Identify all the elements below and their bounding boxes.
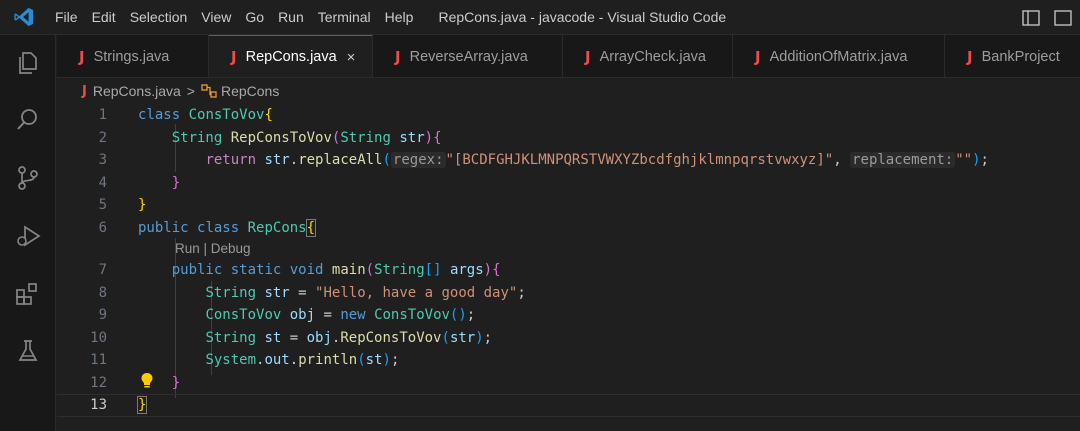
java-file-icon: J: [82, 83, 87, 99]
code-text: String str = "Hello, have a good day";: [205, 284, 526, 301]
run-and-debug-icon[interactable]: [14, 222, 42, 250]
line-number: 2: [98, 129, 107, 146]
tab-repcons-java[interactable]: J RepCons.java ×: [209, 35, 373, 77]
code-line-1: 1 class ConsToVov{: [57, 104, 1080, 127]
menu-edit[interactable]: Edit: [85, 0, 123, 35]
java-file-icon: J: [231, 48, 237, 66]
tab-label: ReverseArray.java: [409, 48, 528, 65]
line-number: 8: [98, 284, 107, 301]
line-number: 1: [98, 107, 107, 124]
editor-tabs: J Strings.java J RepCons.java × J Revers…: [57, 35, 1080, 78]
tab-strings-java[interactable]: J Strings.java: [57, 35, 209, 77]
title-bar: File Edit Selection View Go Run Terminal…: [0, 0, 1080, 35]
line-number: 10: [90, 329, 107, 346]
layout-controls: [1022, 0, 1080, 35]
menu-go[interactable]: Go: [238, 0, 271, 35]
code-line-3: 3 return str.replaceAll(regex: "[BCDFGHJK…: [57, 149, 1080, 172]
code-text: }: [138, 197, 147, 214]
tab-label: ArrayCheck.java: [599, 48, 706, 65]
line-number: 13: [90, 397, 107, 414]
window-title: RepCons.java - javacode - Visual Studio …: [438, 9, 727, 25]
code-text: }: [171, 374, 181, 391]
code-line-6: 6 public class RepCons{: [57, 217, 1080, 240]
code-line-4: 4 }: [57, 172, 1080, 195]
testing-flask-icon[interactable]: [14, 337, 42, 365]
line-number: 4: [98, 174, 107, 191]
source-control-icon[interactable]: [14, 164, 42, 192]
breadcrumb-separator: >: [186, 83, 195, 99]
code-line-9: 9 ConsToVov obj = new ConsToVov();: [57, 304, 1080, 327]
vscode-logo-icon[interactable]: [0, 0, 48, 35]
tab-label: BankProject: [981, 48, 1060, 65]
line-number: 12: [90, 374, 107, 391]
code-text: public static void main(String[] args){: [171, 262, 501, 279]
menu-run[interactable]: Run: [271, 0, 311, 35]
java-file-icon: J: [79, 47, 85, 66]
menu-terminal[interactable]: Terminal: [311, 0, 378, 35]
menu-selection[interactable]: Selection: [123, 0, 195, 35]
code-line-7: 7 public static void main(String[] args)…: [57, 259, 1080, 282]
code-text: class ConsToVov{: [138, 107, 273, 124]
code-editor[interactable]: 1 class ConsToVov{ 2 String RepConsToVov…: [57, 104, 1080, 431]
line-number: 9: [98, 307, 107, 324]
code-line-11: 11 System.out.println(st);: [57, 349, 1080, 372]
extensions-icon[interactable]: [14, 280, 42, 308]
tab-arraycheck-java[interactable]: J ArrayCheck.java: [563, 35, 733, 77]
code-line-12: 12 }: [57, 372, 1080, 395]
code-text: System.out.println(st);: [205, 352, 400, 369]
code-text: String RepConsToVov(String str){: [171, 129, 442, 146]
code-text: ConsToVov obj = new ConsToVov();: [205, 307, 476, 324]
code-text: String st = obj.RepConsToVov(str);: [205, 329, 493, 346]
tab-reversearray-java[interactable]: J ReverseArray.java: [373, 35, 563, 77]
line-number: 3: [98, 152, 107, 169]
tab-label: Strings.java: [93, 48, 170, 65]
java-file-icon: J: [585, 47, 591, 66]
close-tab-icon[interactable]: ×: [347, 49, 356, 66]
line-number: 6: [98, 219, 107, 236]
java-file-icon: J: [755, 47, 761, 66]
code-text: }: [171, 174, 181, 191]
java-file-icon: J: [967, 47, 973, 66]
menu-bar: File Edit Selection View Go Run Terminal…: [48, 0, 420, 35]
inlay-hint-regex: regex:: [390, 152, 446, 169]
class-symbol-icon: [201, 84, 217, 98]
code-line-8: 8 String str = "Hello, have a good day";: [57, 282, 1080, 305]
activity-bar: [0, 35, 56, 431]
breadcrumb: J RepCons.java > RepCons: [82, 80, 279, 102]
breadcrumb-file[interactable]: RepCons.java: [93, 83, 181, 99]
line-number: 5: [98, 197, 107, 214]
line-number: 11: [90, 352, 107, 369]
tab-label: AdditionOfMatrix.java: [769, 48, 908, 65]
tab-bankproject[interactable]: J BankProject: [945, 35, 1080, 77]
code-line-10: 10 String st = obj.RepConsToVov(str);: [57, 327, 1080, 350]
tab-additionofmatrix-java[interactable]: J AdditionOfMatrix.java: [733, 35, 945, 77]
tab-label: RepCons.java: [245, 49, 337, 65]
menu-help[interactable]: Help: [378, 0, 421, 35]
breadcrumb-symbol[interactable]: RepCons: [221, 83, 279, 99]
code-line-13: 13 }: [57, 394, 1080, 417]
toggle-sidebar-icon[interactable]: [1022, 9, 1040, 26]
codelens-run-debug[interactable]: Run | Debug: [175, 239, 251, 259]
code-text: }: [136, 396, 148, 415]
inlay-hint-replacement: replacement:: [850, 152, 956, 169]
explorer-icon[interactable]: [14, 49, 42, 77]
java-file-icon: J: [395, 47, 401, 66]
code-line-2: 2 String RepConsToVov(String str){: [57, 127, 1080, 150]
line-number: 7: [98, 262, 107, 279]
search-icon[interactable]: [14, 106, 42, 134]
code-line-5: 5 }: [57, 194, 1080, 217]
menu-file[interactable]: File: [48, 0, 85, 35]
code-text: public class RepCons{: [138, 218, 317, 237]
toggle-panel-icon[interactable]: [1054, 9, 1072, 26]
menu-view[interactable]: View: [194, 0, 238, 35]
code-text: return str.replaceAll(regex: "[BCDFGHJKLM…: [205, 152, 989, 169]
